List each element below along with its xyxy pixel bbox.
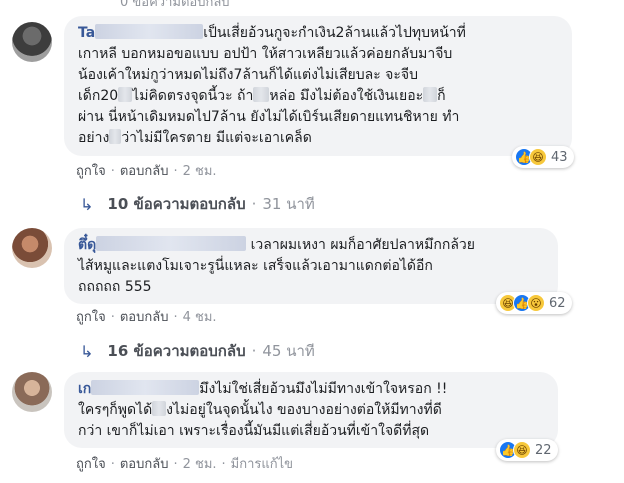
wow-icon: 😮 [527,294,545,312]
reply-arrow-icon: ↳ [80,194,94,214]
haha-icon: 😆 [529,148,547,166]
view-replies-link[interactable]: ↳ 16 ข้อความตอบกลับ · 45 นาที [80,339,315,363]
reaction-count: 62 [549,295,566,311]
haha-icon: 😆 [513,441,531,459]
comment-time[interactable]: 2 ชม. [183,164,217,179]
comment-bubble: ตึ๋ดุ เวลาผมเหงา ผมก็อาศัยปลาหมึกกล้วย ไ… [64,228,558,304]
reply-count[interactable]: 10 ข้อความตอบกลับ [107,192,245,216]
redacted-name [95,24,204,39]
reaction-summary[interactable]: 👍 😆 22 [496,439,558,461]
comment-text-line: ก็ [437,88,446,104]
reply-arrow-icon: ↳ [80,341,94,361]
comment-text-line: อย่าง [78,130,110,146]
comment-time[interactable]: 4 ชม. [183,310,217,325]
comment-actions: ถูกใจ · ตอบกลับ · 2 ชม. · มีการแก้ไข [76,457,294,472]
comment-actions: ถูกใจ · ตอบกลับ · 2 ชม. [76,164,217,179]
comment-text-line: หล่อ มึงไม่ต้องใช้เงินเยอะ [269,88,424,104]
comment-text-line: กว่า เขาก็ไม่เอา เพราะเรื่องนี้มันมีแต่เ… [78,423,430,439]
avatar[interactable] [12,22,52,62]
redacted-text [152,401,167,416]
comment-author[interactable]: ตึ๋ดุ [78,237,96,253]
comment-actions: ถูกใจ · ตอบกลับ · 4 ชม. [76,310,217,325]
reaction-summary[interactable]: 😆 👍 😮 62 [496,292,572,314]
reply-link[interactable]: ตอบกลับ [120,164,169,179]
edited-label[interactable]: มีการแก้ไข [231,457,293,472]
reply-time: 31 นาที [262,195,315,213]
redacted-text [109,129,122,144]
redacted-text [118,87,133,102]
comment-bubble: เก มึงไม่ใช่เสี่ยอ้วนมึงไม่มีทางเข้าใจหรอ… [64,372,558,448]
comment-text-line: น้องเค้าใหม่กูว่าหมดไม่ถึง7ล้านก็ได้แต่ง… [78,67,418,83]
comment-author[interactable]: เก [78,381,91,397]
avatar[interactable] [12,228,52,268]
comment-bubble: Ta เป็นเสี่ยอ้วนกูจะกำเงิน2ล้านแล้วไปทุบห… [64,16,572,156]
comment-author[interactable]: Ta [78,25,95,41]
reply-link[interactable]: ตอบกลับ [120,457,169,472]
like-link[interactable]: ถูกใจ [76,310,106,325]
view-replies-link[interactable]: ↳ 10 ข้อความตอบกลับ · 31 นาที [80,192,315,216]
comment-text-line: งไม่อยู่ในจุดนั้นไง ของบางอย่างต่อให้มีท… [166,402,442,418]
reaction-summary[interactable]: 👍 😆 43 [512,146,574,168]
like-link[interactable]: ถูกใจ [76,164,106,179]
redacted-name [96,236,247,251]
comment-text-line: เวลาผมเหงา ผมก็อาศัยปลาหมึกกล้วย [250,237,475,253]
previous-reply-thread-cutoff: 0 ข้อความตอบกลับ [0,0,624,8]
comment-text-line: ใครๆก็พูดได้ [78,402,153,418]
like-link[interactable]: ถูกใจ [76,457,106,472]
reaction-count: 43 [551,149,568,165]
comment-text-line: ผ่าน นี่หน้าเดิมหมดไป7ล้าน ยังไม่ได้เบิร… [78,109,460,125]
comment-text-line: ว่าไม่มีใครตาย มีแต่จะเอาเคล็ด [121,130,312,146]
comment-text-line: มึงไม่ใช่เสี่ยอ้วนมึงไม่มีทางเข้าใจหรอก … [199,381,448,397]
reply-time: 45 นาที [262,342,315,360]
redacted-name [91,380,200,395]
previous-reply-thread-label: 0 ข้อความตอบกลับ [120,0,230,8]
reaction-count: 22 [535,442,552,458]
comment-text-line: ถถถถถ 555 [78,279,152,295]
comment-text-line: เด็ก20 [78,88,119,104]
reply-link[interactable]: ตอบกลับ [120,310,169,325]
comment-text-line: ไส้หมูและแตงโมเจาะรูนี่แหละ เสร็จแล้วเอา… [78,258,433,274]
comment-text-line: เกาหลี บอกหมอขอแบบ อปป้า ให้สาวเหลียวแล้… [78,46,453,62]
comment-text-line: เป็นเสี่ยอ้วนกูจะกำเงิน2ล้านแล้วไปทุบหน้… [203,25,466,41]
avatar[interactable] [12,372,52,412]
redacted-text [423,87,438,102]
reply-count[interactable]: 16 ข้อความตอบกลับ [107,339,245,363]
comment-time[interactable]: 2 ชม. [183,457,217,472]
comment-text-line: ไม่คิดตรงจุดนี้วะ ถ้า [132,88,254,104]
redacted-text [253,87,270,102]
